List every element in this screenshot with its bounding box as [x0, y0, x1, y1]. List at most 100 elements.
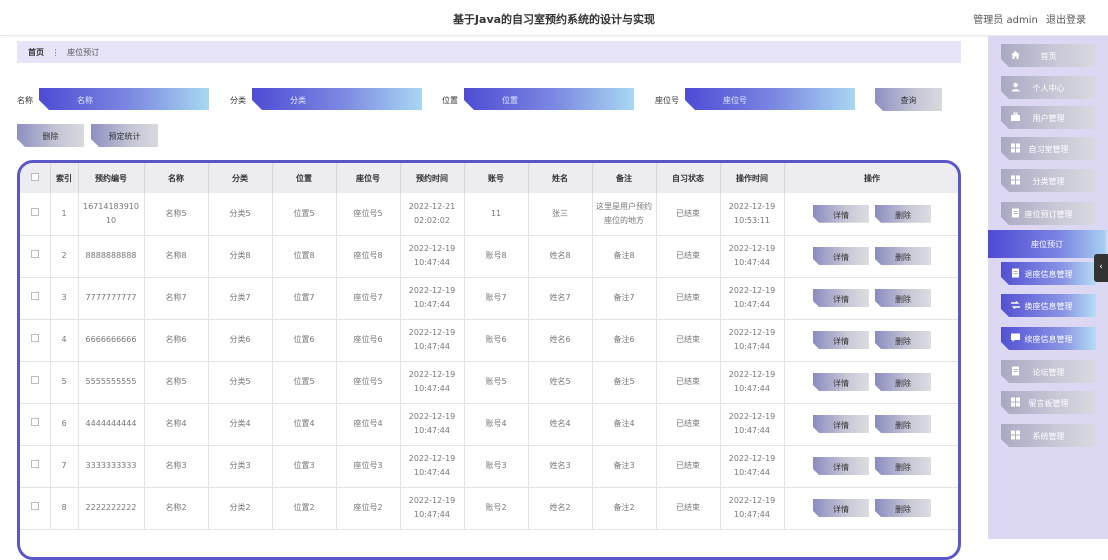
cell-seat-number: 座位号5 — [336, 193, 401, 236]
table-header-row: 索引 预约编号 名称 分类 位置 座位号 预约时间 账号 姓名 备注 自习状态 … — [20, 163, 958, 193]
cell-name: 名称2 — [144, 487, 209, 530]
doc-icon — [1010, 208, 1021, 218]
breadcrumb: 首页 ⋮ 座位预订 — [17, 41, 961, 63]
cell-category: 分类5 — [208, 193, 273, 236]
grid-icon — [1010, 397, 1021, 407]
row-checkbox[interactable] — [30, 207, 39, 216]
cell-account: 账号7 — [464, 277, 529, 320]
cell-location: 位置8 — [272, 235, 337, 278]
row-select[interactable] — [20, 193, 51, 236]
sidebar-item-11[interactable]: 留言板管理 — [1001, 391, 1096, 414]
sidebar-item-8[interactable]: 换座信息管理 — [1001, 294, 1096, 317]
row-checkbox[interactable] — [30, 460, 39, 468]
cell-booking-id: 7777777777 — [78, 277, 145, 320]
sidebar-collapse-handle[interactable]: ‹ — [1094, 254, 1108, 282]
row-delete-button[interactable]: 删除 — [875, 415, 931, 433]
row-delete-button[interactable]: 删除 — [875, 331, 931, 349]
cell-index: 3 — [50, 277, 79, 320]
row-select[interactable] — [20, 361, 51, 404]
header-study-status: 自习状态 — [656, 163, 721, 193]
name-input[interactable]: 名称 — [39, 88, 209, 110]
stats-button[interactable]: 预定统计 — [91, 124, 158, 147]
cell-seat-number: 座位号2 — [336, 487, 401, 530]
sidebar-item-3[interactable]: 自习室管理 — [1001, 137, 1096, 160]
row-delete-button[interactable]: 删除 — [875, 289, 931, 307]
row-delete-button[interactable]: 删除 — [875, 457, 931, 475]
row-select[interactable] — [20, 319, 51, 362]
delete-button[interactable]: 删除 — [17, 124, 84, 147]
sidebar-item-10[interactable]: 论坛管理 — [1001, 360, 1096, 383]
row-checkbox[interactable] — [30, 292, 39, 300]
select-all-checkbox[interactable] — [30, 173, 39, 181]
location-input[interactable]: 位置 — [464, 88, 634, 110]
cell-index: 6 — [50, 403, 79, 446]
sidebar-item-0[interactable]: 首页 — [1001, 44, 1096, 67]
cell-booking-time: 2022-12-19 10:47:44 — [400, 235, 465, 278]
cell-actions: 详情 删除 — [784, 487, 958, 530]
header-booking-id: 预约编号 — [78, 163, 145, 193]
row-checkbox[interactable] — [30, 376, 39, 384]
row-select[interactable] — [20, 235, 51, 278]
cell-name: 名称5 — [144, 193, 209, 236]
booking-table: 索引 预约编号 名称 分类 位置 座位号 预约时间 账号 姓名 备注 自习状态 … — [17, 160, 961, 560]
header-select-all[interactable] — [20, 163, 51, 193]
detail-button[interactable]: 详情 — [813, 205, 869, 223]
cell-actions: 详情 删除 — [784, 193, 958, 236]
cell-booking-time: 2022-12-21 02:02:02 — [400, 193, 465, 236]
sidebar-item-2[interactable]: 用户管理 — [1001, 106, 1096, 129]
cell-remark: 备注4 — [592, 403, 657, 446]
sidebar-item-label: 座位预订管理 — [1024, 210, 1073, 219]
row-checkbox[interactable] — [30, 250, 39, 258]
row-select[interactable] — [20, 487, 51, 530]
row-checkbox[interactable] — [30, 334, 39, 342]
query-button[interactable]: 查询 — [875, 88, 942, 111]
category-label: 分类 — [230, 96, 246, 105]
user-area: 管理员 admin 退出登录 — [968, 11, 1086, 26]
sidebar-item-4[interactable]: 分类管理 — [1001, 169, 1096, 192]
row-delete-button[interactable]: 删除 — [875, 499, 931, 517]
row-delete-button[interactable]: 删除 — [875, 373, 931, 391]
cell-actions: 详情 删除 — [784, 235, 958, 278]
cell-index: 8 — [50, 487, 79, 530]
row-delete-button[interactable]: 删除 — [875, 247, 931, 265]
cell-operation-time: 2022-12-19 10:47:44 — [720, 445, 785, 488]
location-label: 位置 — [442, 96, 458, 105]
row-checkbox[interactable] — [30, 418, 39, 426]
breadcrumb-home[interactable]: 首页 — [28, 48, 44, 57]
page-title: 基于Java的自习室预约系统的设计与实现 — [452, 13, 656, 26]
detail-button[interactable]: 详情 — [813, 247, 869, 265]
sidebar-item-1[interactable]: 个人中心 — [1001, 76, 1096, 99]
category-input[interactable]: 分类 — [252, 88, 422, 110]
logout-link[interactable]: 退出登录 — [1046, 15, 1086, 26]
user-label: 管理员 admin — [973, 15, 1038, 26]
cell-location: 位置4 — [272, 403, 337, 446]
sidebar-item-6[interactable]: 座位预订 — [988, 230, 1106, 258]
cell-location: 位置2 — [272, 487, 337, 530]
detail-button[interactable]: 详情 — [813, 289, 869, 307]
sidebar-item-9[interactable]: 续座信息管理 — [1001, 327, 1096, 350]
row-select[interactable] — [20, 403, 51, 446]
cell-study-status: 已结束 — [656, 403, 721, 446]
row-select[interactable] — [20, 445, 51, 488]
cell-booking-id: 4444444444 — [78, 403, 145, 446]
row-select[interactable] — [20, 277, 51, 320]
sidebar-item-7[interactable]: 退座信息管理 — [1001, 262, 1096, 285]
detail-button[interactable]: 详情 — [813, 457, 869, 475]
cell-category: 分类5 — [208, 361, 273, 404]
cell-category: 分类6 — [208, 319, 273, 362]
cell-account: 账号8 — [464, 235, 529, 278]
seat-number-input[interactable]: 座位号 — [685, 88, 855, 110]
cell-booking-id: 3333333333 — [78, 445, 145, 488]
sidebar-item-12[interactable]: 系统管理 — [1001, 424, 1096, 447]
detail-button[interactable]: 详情 — [813, 415, 869, 433]
detail-button[interactable]: 详情 — [813, 331, 869, 349]
sidebar-item-label: 座位预订 — [1031, 240, 1063, 249]
cell-booking-time: 2022-12-19 10:47:44 — [400, 277, 465, 320]
detail-button[interactable]: 详情 — [813, 373, 869, 391]
cell-remark: 备注5 — [592, 361, 657, 404]
row-checkbox[interactable] — [30, 502, 39, 510]
sidebar-item-5[interactable]: 座位预订管理 — [1001, 202, 1096, 225]
row-delete-button[interactable]: 删除 — [875, 205, 931, 223]
detail-button[interactable]: 详情 — [813, 499, 869, 517]
cell-operation-time: 2022-12-19 10:47:44 — [720, 487, 785, 530]
